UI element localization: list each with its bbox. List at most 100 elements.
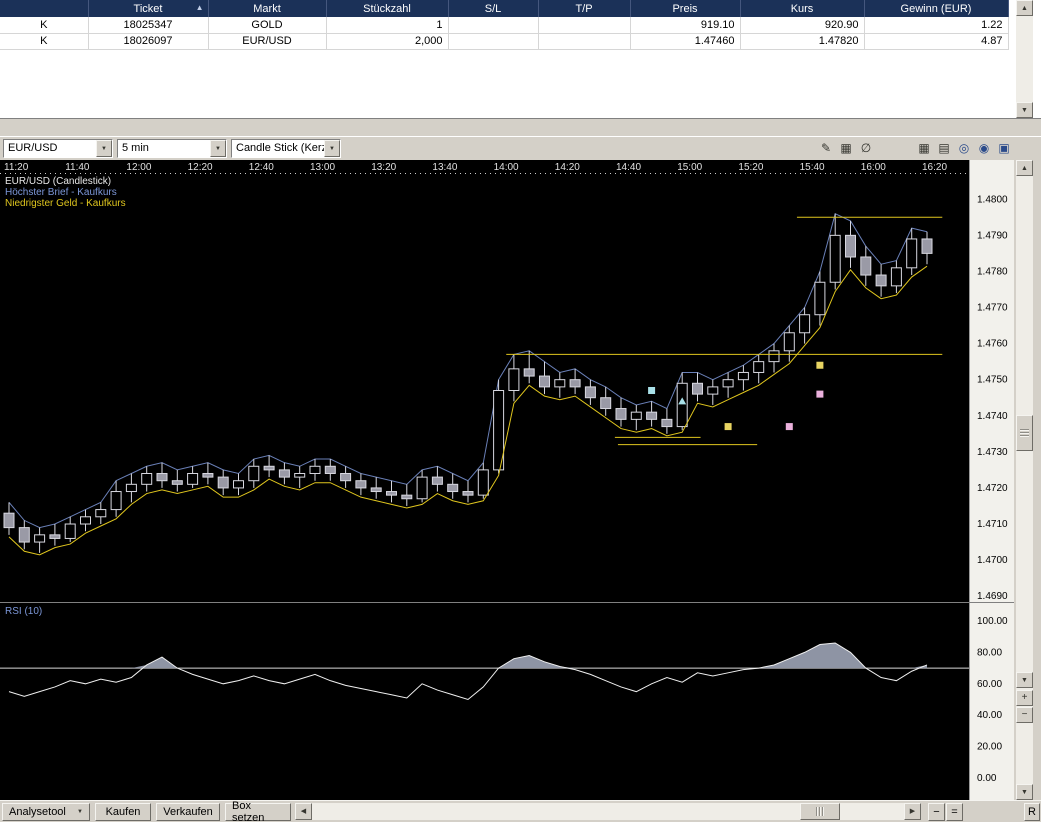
- chart-scrollbar[interactable]: ▲ ▼ + − ▼: [1016, 160, 1033, 800]
- scroll-down-icon[interactable]: ▼: [1016, 102, 1033, 118]
- svg-text:1.4780: 1.4780: [977, 266, 1008, 277]
- col-header-sl[interactable]: S/L: [448, 0, 538, 17]
- symbol-select-value: EUR/USD: [4, 140, 96, 157]
- price-chart-canvas[interactable]: 11:2011:4012:0012:2012:4013:0013:2013:40…: [0, 160, 1014, 800]
- cell-tp: [538, 17, 630, 33]
- target-icon[interactable]: ◎: [955, 139, 973, 157]
- set-box-button[interactable]: Box setzen: [225, 803, 291, 821]
- sell-button[interactable]: Verkaufen: [156, 803, 220, 821]
- cell-type: K: [0, 17, 88, 33]
- svg-text:1.4700: 1.4700: [977, 555, 1008, 566]
- positions-table: Ticket▲ Markt Stückzahl S/L T/P Preis Ku…: [0, 0, 1009, 50]
- scroll-left-icon[interactable]: ◀: [295, 803, 312, 820]
- scroll-down-icon[interactable]: ▼: [1016, 672, 1033, 688]
- pencil-icon[interactable]: ✎: [817, 139, 835, 157]
- scroll-right-icon[interactable]: ▶: [904, 803, 921, 820]
- cell-sl: [448, 33, 538, 49]
- svg-text:RSI (10): RSI (10): [5, 606, 42, 617]
- svg-text:1.4690: 1.4690: [977, 591, 1008, 602]
- col-header-tp[interactable]: T/P: [538, 0, 630, 17]
- col-header-preis[interactable]: Preis: [630, 0, 740, 17]
- svg-text:12:40: 12:40: [249, 162, 274, 173]
- chart-toolbar: EUR/USD ▼ 5 min ▼ Candle Stick (Kerze ▼ …: [0, 137, 1041, 160]
- svg-text:1.4790: 1.4790: [977, 230, 1008, 241]
- svg-text:EUR/USD (Candlestick): EUR/USD (Candlestick): [5, 176, 111, 187]
- svg-text:1.4740: 1.4740: [977, 411, 1008, 422]
- cell-kurs: 920.90: [740, 17, 864, 33]
- positions-panel: Ticket▲ Markt Stückzahl S/L T/P Preis Ku…: [0, 0, 1041, 118]
- svg-text:1.4800: 1.4800: [977, 194, 1008, 205]
- cell-type: K: [0, 33, 88, 49]
- col-header-stueckzahl[interactable]: Stückzahl: [326, 0, 448, 17]
- positions-scrollbar[interactable]: ▲ ▼: [1016, 0, 1033, 118]
- grid-icon[interactable]: ▦: [915, 139, 933, 157]
- zoom-out-button[interactable]: −: [1016, 707, 1033, 723]
- svg-text:40.00: 40.00: [977, 710, 1002, 721]
- col-header-kurs[interactable]: Kurs: [740, 0, 864, 17]
- position-row[interactable]: K 18025347 GOLD 1 919.10 920.90 1.22: [0, 17, 1008, 33]
- cell-stueckzahl: 2,000: [326, 33, 448, 49]
- svg-text:100.00: 100.00: [977, 616, 1008, 627]
- analysetool-dropdown[interactable]: Analysetool ▼: [2, 803, 90, 821]
- hscrollbar-thumb[interactable]: [800, 803, 840, 820]
- chevron-down-icon[interactable]: ▼: [324, 140, 340, 157]
- chart-scrollbar-thumb[interactable]: [1016, 415, 1033, 451]
- svg-text:14:20: 14:20: [555, 162, 580, 173]
- record-icon[interactable]: ◉: [975, 139, 993, 157]
- cell-ticket: 18026097: [88, 33, 208, 49]
- cell-sl: [448, 17, 538, 33]
- cell-gewinn: 4.87: [864, 33, 1008, 49]
- col-header-type[interactable]: [0, 0, 88, 17]
- svg-text:Niedrigster Geld - Kaufkurs: Niedrigster Geld - Kaufkurs: [5, 198, 126, 209]
- scroll-up-icon[interactable]: ▲: [1016, 0, 1033, 16]
- buy-button[interactable]: Kaufen: [95, 803, 151, 821]
- svg-text:1.4720: 1.4720: [977, 483, 1008, 494]
- svg-text:1.4760: 1.4760: [977, 339, 1008, 350]
- cell-ticket: 18025347: [88, 17, 208, 33]
- svg-text:0.00: 0.00: [977, 773, 997, 784]
- col-header-markt[interactable]: Markt: [208, 0, 326, 17]
- svg-text:15:20: 15:20: [738, 162, 763, 173]
- panel-splitter[interactable]: [0, 118, 1041, 137]
- svg-text:14:40: 14:40: [616, 162, 641, 173]
- chevron-down-icon[interactable]: ▼: [96, 140, 112, 157]
- symbol-select[interactable]: EUR/USD ▼: [3, 139, 113, 158]
- timeframe-select-value: 5 min: [118, 140, 210, 157]
- rsi-scroll-down-icon[interactable]: ▼: [1016, 784, 1033, 800]
- svg-text:13:20: 13:20: [371, 162, 396, 173]
- col-header-ticket[interactable]: Ticket▲: [88, 0, 208, 17]
- table-header-row: Ticket▲ Markt Stückzahl S/L T/P Preis Ku…: [0, 0, 1008, 17]
- bottom-toolbar: Analysetool ▼ Kaufen Verkaufen Box setze…: [0, 800, 1041, 822]
- scroll-up-icon[interactable]: ▲: [1016, 160, 1033, 176]
- collapse-panel-button[interactable]: −: [928, 803, 945, 821]
- chart-horizontal-scrollbar[interactable]: ◀ ▶: [295, 803, 921, 820]
- svg-text:16:00: 16:00: [861, 162, 886, 173]
- zoom-in-button[interactable]: +: [1016, 690, 1033, 706]
- cascade-windows-icon[interactable]: ▣: [995, 139, 1013, 157]
- col-header-gewinn[interactable]: Gewinn (EUR): [864, 0, 1008, 17]
- chevron-down-icon: ▼: [77, 809, 83, 815]
- svg-text:1.4730: 1.4730: [977, 447, 1008, 458]
- cell-markt: GOLD: [208, 17, 326, 33]
- trading-app-window: Ticket▲ Markt Stückzahl S/L T/P Preis Ku…: [0, 0, 1041, 822]
- svg-text:12:20: 12:20: [188, 162, 213, 173]
- reset-chart-button[interactable]: R: [1024, 803, 1040, 821]
- chart-grid-icon[interactable]: ▦: [837, 139, 855, 157]
- position-row[interactable]: K 18026097 EUR/USD 2,000 1.47460 1.47820…: [0, 33, 1008, 49]
- cell-preis: 919.10: [630, 17, 740, 33]
- svg-text:11:20: 11:20: [4, 162, 29, 173]
- timeframe-select[interactable]: 5 min ▼: [117, 139, 227, 158]
- svg-text:20.00: 20.00: [977, 742, 1002, 753]
- svg-text:13:00: 13:00: [310, 162, 335, 173]
- list-icon[interactable]: ▤: [935, 139, 953, 157]
- sort-ascending-icon: ▲: [196, 4, 204, 12]
- svg-text:60.00: 60.00: [977, 679, 1002, 690]
- svg-text:80.00: 80.00: [977, 647, 1002, 658]
- chevron-down-icon[interactable]: ▼: [210, 140, 226, 157]
- empty-set-icon[interactable]: ∅: [857, 139, 875, 157]
- chart-type-select[interactable]: Candle Stick (Kerze ▼: [231, 139, 341, 158]
- svg-text:1.4770: 1.4770: [977, 303, 1008, 314]
- restore-panel-button[interactable]: =: [946, 803, 963, 821]
- svg-text:16:20: 16:20: [922, 162, 947, 173]
- cell-kurs: 1.47820: [740, 33, 864, 49]
